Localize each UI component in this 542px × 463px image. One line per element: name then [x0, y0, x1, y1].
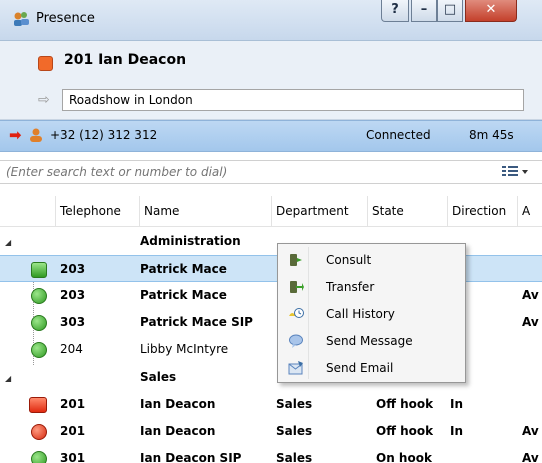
green-circle-icon	[31, 342, 47, 358]
help-button[interactable]: ?	[381, 0, 409, 22]
state-cell: Off hook	[376, 397, 434, 411]
search-input[interactable]	[0, 160, 542, 184]
consult-icon	[290, 254, 302, 266]
presence-status-icon[interactable]	[38, 56, 53, 71]
green-circle-icon	[31, 451, 47, 463]
table-row[interactable]: 201 Ian Deacon Sales Off hook In Av	[0, 418, 542, 445]
menu-item-call-history[interactable]: Call History	[280, 301, 463, 328]
availability-cell: Av	[522, 424, 539, 438]
green-square-icon	[31, 262, 47, 278]
department-cell: Sales	[276, 397, 313, 411]
send-message-icon	[289, 334, 303, 348]
green-circle-icon	[31, 288, 47, 304]
name-cell: Libby McIntyre	[140, 342, 229, 356]
minimize-button[interactable]: –	[411, 0, 437, 22]
availability-cell: Av	[522, 315, 539, 329]
call-status: Connected	[366, 128, 431, 142]
name-cell: Patrick Mace	[140, 288, 227, 302]
name-cell: Patrick Mace SIP	[140, 315, 253, 329]
department-cell: Sales	[276, 451, 313, 463]
send-email-icon	[288, 361, 303, 375]
name-cell: Ian Deacon SIP	[140, 451, 242, 463]
red-phone-icon	[29, 397, 47, 413]
column-header-department[interactable]: Department	[272, 196, 368, 226]
menu-item-label: Call History	[326, 307, 395, 321]
menu-item-send-email[interactable]: Send Email	[280, 355, 463, 382]
menu-item-transfer[interactable]: Transfer	[280, 274, 463, 301]
group-label: Administration	[140, 234, 241, 248]
call-duration: 8m 45s	[469, 128, 514, 142]
state-cell: Off hook	[376, 424, 434, 438]
state-cell: On hook	[376, 451, 432, 463]
maximize-button[interactable]: □	[437, 0, 463, 22]
note-arrow-icon: ⇨	[38, 92, 50, 108]
close-button[interactable]: ✕	[465, 0, 517, 22]
transfer-icon	[290, 281, 304, 293]
direction-cell: In	[450, 424, 464, 438]
grid-header: Telephone Name Department State Directio…	[0, 196, 542, 227]
menu-item-consult[interactable]: Consult	[280, 247, 463, 274]
name-cell: Ian Deacon	[140, 424, 216, 438]
telephone-cell: 203	[60, 262, 86, 276]
menu-item-label: Send Email	[326, 361, 394, 375]
name-cell: Ian Deacon	[140, 397, 216, 411]
title-bar[interactable]: Presence ? – □ ✕	[0, 0, 542, 41]
collapse-expander-icon[interactable]: ◢	[5, 374, 11, 383]
direction-cell: In	[450, 397, 464, 411]
telephone-cell: 204	[60, 342, 83, 356]
incoming-call-arrow-icon: ➡	[9, 126, 22, 144]
availability-cell: Av	[522, 451, 539, 463]
call-number: +32 (12) 312 312	[50, 128, 158, 142]
collapse-expander-icon[interactable]: ◢	[5, 238, 11, 247]
telephone-cell: 303	[60, 315, 86, 329]
red-phone-circle-icon	[31, 424, 47, 440]
context-menu: Consult Transfer Call History Send Messa…	[277, 243, 466, 383]
presence-window: Presence ? – □ ✕ 201 Ian Deacon ⇨ ➡ +32 …	[0, 0, 542, 463]
telephone-cell: 201	[60, 397, 86, 411]
menu-item-label: Transfer	[326, 280, 375, 294]
telephone-cell: 301	[60, 451, 86, 463]
column-header-state[interactable]: State	[368, 196, 448, 226]
group-label: Sales	[140, 370, 177, 384]
column-header-direction[interactable]: Direction	[448, 196, 518, 226]
green-circle-icon	[31, 315, 47, 331]
department-cell: Sales	[276, 424, 313, 438]
presence-note-field[interactable]	[62, 89, 524, 111]
active-call-bar[interactable]: ➡ +32 (12) 312 312 Connected 8m 45s	[0, 120, 542, 152]
menu-item-label: Consult	[326, 253, 372, 267]
telephone-cell: 203	[60, 288, 86, 302]
telephone-cell: 201	[60, 424, 86, 438]
name-cell: Patrick Mace	[140, 262, 227, 276]
menu-item-label: Send Message	[326, 334, 413, 348]
column-header-telephone[interactable]: Telephone	[56, 196, 140, 226]
user-label: 201 Ian Deacon	[64, 52, 187, 68]
table-row[interactable]: 301 Ian Deacon SIP Sales On hook Av	[0, 445, 542, 463]
column-header-expander	[0, 196, 56, 226]
column-chooser-button[interactable]	[500, 164, 530, 180]
column-header-name[interactable]: Name	[140, 196, 272, 226]
column-chooser-icon	[502, 166, 528, 176]
menu-item-send-message[interactable]: Send Message	[280, 328, 463, 355]
call-history-icon	[289, 308, 304, 318]
presence-app-icon	[14, 12, 29, 26]
column-header-availability[interactable]: A	[518, 196, 542, 226]
availability-cell: Av	[522, 288, 539, 302]
caller-person-icon	[30, 128, 42, 142]
table-row[interactable]: 201 Ian Deacon Sales Off hook In	[0, 391, 542, 418]
window-title: Presence	[36, 11, 95, 26]
